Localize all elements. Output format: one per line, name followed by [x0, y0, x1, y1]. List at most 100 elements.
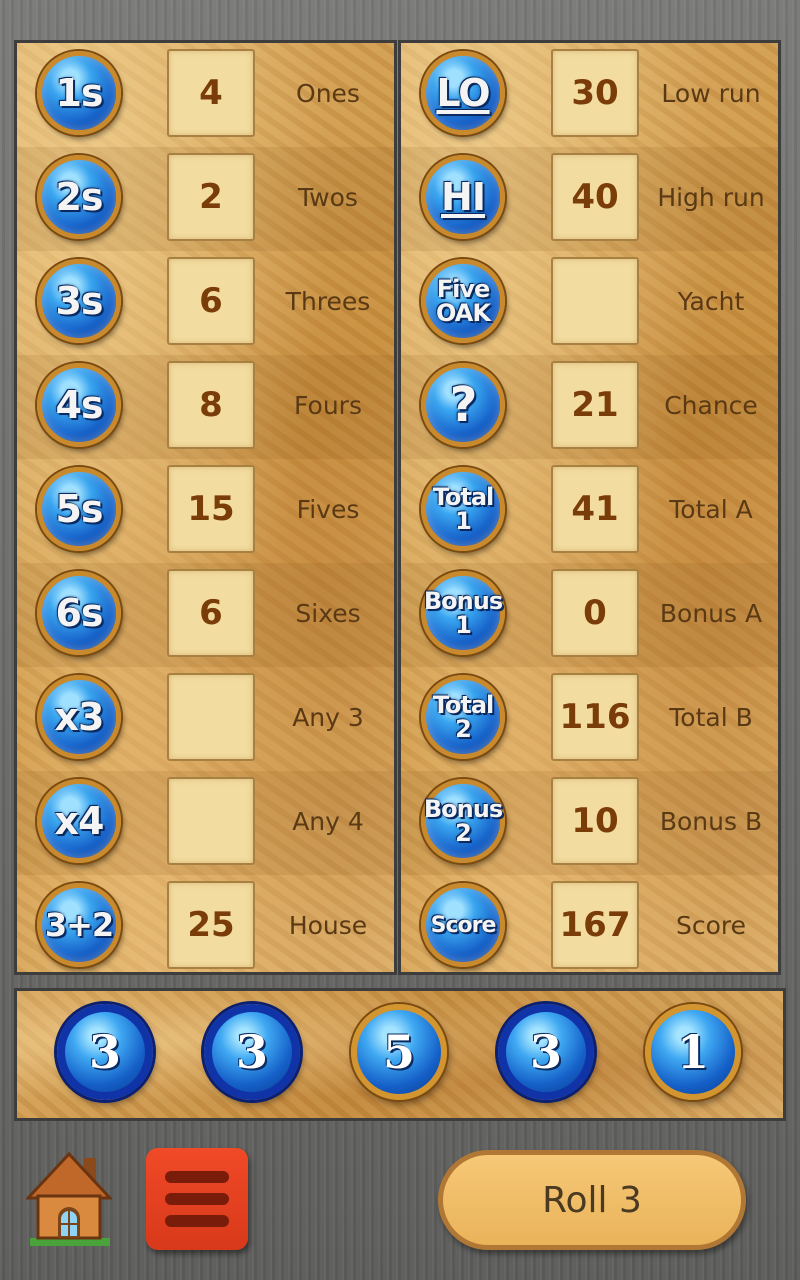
low-run-score-box[interactable]: 30 [551, 49, 639, 137]
question-mark-icon[interactable]: ? [421, 363, 505, 447]
fours-icon-text: 4s [55, 383, 103, 427]
score-row-threes[interactable]: 3s 6 Threes [17, 251, 394, 355]
score-row-score: Score 167 Score [401, 875, 778, 972]
score-row-total-b: Total 2 116 Total B [401, 667, 778, 771]
yacht-icon-text: Five OAK [436, 275, 491, 327]
twos-icon-text: 2s [55, 175, 103, 219]
fours-label: Fours [294, 390, 362, 420]
any-3-icon[interactable]: x3 [37, 675, 121, 759]
total-b-score-box: 116 [551, 673, 639, 761]
dice-tray: 3 3 5 3 1 [14, 988, 786, 1121]
ones-icon[interactable]: 1s [37, 51, 121, 135]
total-2-icon-text: Total 2 [432, 691, 495, 743]
total-2-icon: Total 2 [421, 675, 505, 759]
house-label: House [288, 910, 368, 940]
die-3[interactable]: 5 [351, 1004, 447, 1100]
any-3-label: Any 3 [292, 702, 364, 732]
fives-icon[interactable]: 5s [37, 467, 121, 551]
threes-label: Threes [285, 286, 371, 316]
high-run-icon[interactable]: HI [421, 155, 505, 239]
score-row-any-4[interactable]: x4 Any 4 [17, 771, 394, 875]
any-4-label: Any 4 [292, 806, 364, 836]
fours-score-box[interactable]: 8 [167, 361, 255, 449]
total-1-icon: Total 1 [421, 467, 505, 551]
menu-bar [165, 1215, 229, 1227]
any-4-score-box[interactable] [167, 777, 255, 865]
chance-label: Chance [664, 390, 758, 420]
upper-section-board: 1s 4 Ones 2s 2 Twos 3s 6 Threes 4s 8 Fou… [14, 40, 397, 975]
bonus-1-icon: Bonus 1 [421, 571, 505, 655]
score-row-ones[interactable]: 1s 4 Ones [17, 43, 394, 147]
bonus-b-label: Bonus B [659, 806, 763, 836]
high-run-score-box[interactable]: 40 [551, 153, 639, 241]
house-category-icon[interactable]: 3+2 [37, 883, 121, 967]
twos-score-box[interactable]: 2 [167, 153, 255, 241]
bonus-1-icon-text: Bonus 1 [423, 587, 503, 639]
any-4-icon-text: x4 [54, 799, 105, 843]
house-icon[interactable] [24, 1150, 114, 1250]
menu-bar [165, 1193, 229, 1205]
score-icon-text: Score [430, 912, 497, 938]
total-b-label: Total B [669, 702, 753, 732]
score-row-fives[interactable]: 5s 15 Fives [17, 459, 394, 563]
threes-score-box[interactable]: 6 [167, 257, 255, 345]
ones-label: Ones [296, 78, 360, 108]
roll-button[interactable]: Roll 3 [438, 1150, 746, 1250]
bonus-a-score-box: 0 [551, 569, 639, 657]
high-run-label: High run [657, 182, 765, 212]
die-1[interactable]: 3 [57, 1004, 153, 1100]
any-3-score-box[interactable] [167, 673, 255, 761]
score-row-high-run[interactable]: HI 40 High run [401, 147, 778, 251]
total-a-score-box: 41 [551, 465, 639, 553]
bonus-2-icon: Bonus 2 [421, 779, 505, 863]
home-button-graphic [24, 1151, 114, 1246]
fives-score-box[interactable]: 15 [167, 465, 255, 553]
ones-score-box[interactable]: 4 [167, 49, 255, 137]
chance-score-box[interactable]: 21 [551, 361, 639, 449]
score-row-sixes[interactable]: 6s 6 Sixes [17, 563, 394, 667]
low-run-label: Low run [661, 78, 761, 108]
ones-icon-text: 1s [55, 71, 103, 115]
score-row-house[interactable]: 3+2 25 House [17, 875, 394, 972]
hamburger-menu-icon[interactable] [146, 1148, 248, 1250]
question-mark-icon-text: ? [449, 377, 478, 433]
twos-icon[interactable]: 2s [37, 155, 121, 239]
sixes-label: Sixes [295, 598, 361, 628]
sixes-icon-text: 6s [55, 591, 103, 635]
final-score-box: 167 [551, 881, 639, 969]
score-row-low-run[interactable]: LO 30 Low run [401, 43, 778, 147]
any-3-icon-text: x3 [54, 695, 105, 739]
sixes-score-box[interactable]: 6 [167, 569, 255, 657]
bonus-b-score-box: 10 [551, 777, 639, 865]
threes-icon[interactable]: 3s [37, 259, 121, 343]
score-row-fours[interactable]: 4s 8 Fours [17, 355, 394, 459]
bonus-2-icon-text: Bonus 2 [423, 795, 503, 847]
yacht-label: Yacht [677, 286, 745, 316]
score-label: Score [675, 910, 747, 940]
total-1-icon-text: Total 1 [432, 483, 495, 535]
yacht-score-box[interactable] [551, 257, 639, 345]
any-4-icon[interactable]: x4 [37, 779, 121, 863]
score-row-any-3[interactable]: x3 Any 3 [17, 667, 394, 771]
die-5[interactable]: 1 [645, 1004, 741, 1100]
fives-label: Fives [296, 494, 360, 524]
score-row-chance[interactable]: ? 21 Chance [401, 355, 778, 459]
die-2[interactable]: 3 [204, 1004, 300, 1100]
house-score-box[interactable]: 25 [167, 881, 255, 969]
score-row-bonus-b: Bonus 2 10 Bonus B [401, 771, 778, 875]
house-category-icon-text: 3+2 [44, 906, 114, 944]
score-row-twos[interactable]: 2s 2 Twos [17, 147, 394, 251]
low-run-icon-text: LO [436, 71, 490, 115]
score-row-yacht[interactable]: Five OAK Yacht [401, 251, 778, 355]
total-a-label: Total A [669, 494, 753, 524]
yacht-icon[interactable]: Five OAK [421, 259, 505, 343]
score-icon: Score [421, 883, 505, 967]
low-run-icon[interactable]: LO [421, 51, 505, 135]
die-4[interactable]: 3 [498, 1004, 594, 1100]
fours-icon[interactable]: 4s [37, 363, 121, 447]
sixes-icon[interactable]: 6s [37, 571, 121, 655]
score-row-total-a: Total 1 41 Total A [401, 459, 778, 563]
fives-icon-text: 5s [55, 487, 103, 531]
menu-bar [165, 1171, 229, 1183]
high-run-icon-text: HI [441, 175, 486, 219]
